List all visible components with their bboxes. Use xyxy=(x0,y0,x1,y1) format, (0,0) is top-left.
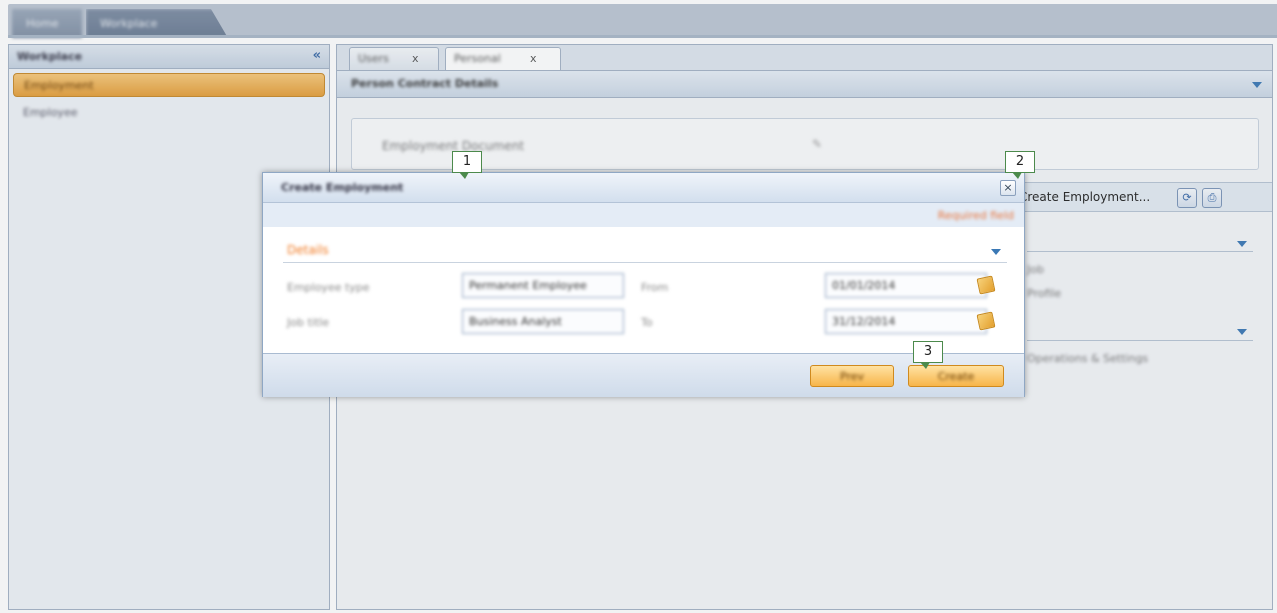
calendar-icon[interactable] xyxy=(976,311,996,331)
dialog-footer: Prev Create xyxy=(263,353,1024,397)
callout-1: 1 xyxy=(452,151,482,179)
close-icon[interactable]: × xyxy=(1000,180,1016,196)
employee-type-label: Employee type xyxy=(287,281,370,294)
create-employment-dialog: Create Employment × Required field Detai… xyxy=(262,172,1025,397)
calendar-icon[interactable] xyxy=(976,275,996,295)
from-date-input[interactable] xyxy=(825,273,987,298)
prev-button[interactable]: Prev xyxy=(810,365,894,387)
employee-type-input[interactable] xyxy=(462,273,624,298)
required-field-note: Required field xyxy=(937,209,1014,222)
dialog-title: Create Employment xyxy=(281,181,404,194)
create-button-label: Create xyxy=(937,370,975,383)
to-label: To xyxy=(641,316,653,329)
section-title: Details xyxy=(287,243,329,257)
details-section-header[interactable]: Details xyxy=(283,239,1007,263)
job-title-input[interactable] xyxy=(462,309,624,334)
dialog-title-bar[interactable]: Create Employment xyxy=(263,173,1024,203)
prev-button-label: Prev xyxy=(840,370,864,383)
to-date-input[interactable] xyxy=(825,309,987,334)
from-label: From xyxy=(641,281,669,294)
triangle-down-icon[interactable] xyxy=(991,249,1001,255)
callout-2: 2 xyxy=(1005,151,1035,179)
dialog-info-band: Required field xyxy=(263,203,1024,227)
callout-3: 3 xyxy=(913,341,943,369)
job-title-label: Job title xyxy=(287,316,329,329)
